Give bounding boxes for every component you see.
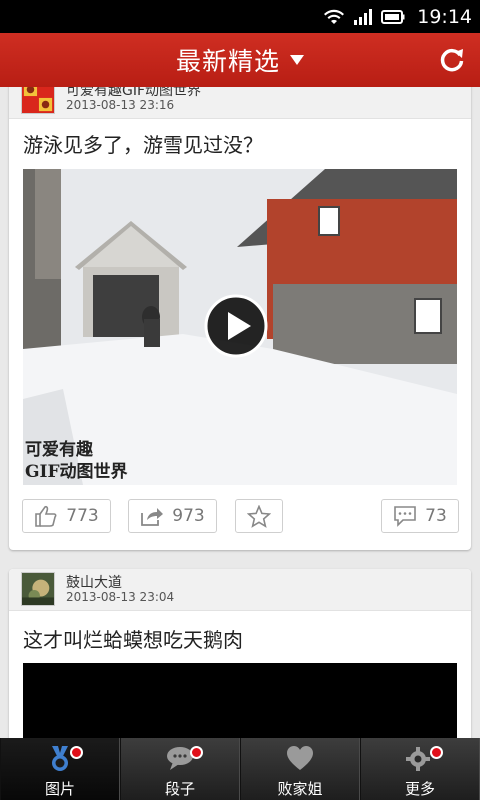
like-button[interactable]: 773	[22, 499, 111, 533]
notification-badge	[430, 746, 443, 759]
post-header: 鼓山大道 2013-08-13 23:04	[9, 569, 471, 611]
watermark-line1: 可爱有趣	[25, 439, 94, 460]
status-icons: 19:14	[323, 0, 472, 33]
post-date: 2013-08-13 23:16	[66, 98, 175, 112]
wifi-icon	[324, 9, 345, 24]
post-title: 这才叫烂蛤蟆想吃天鹅肉	[23, 628, 243, 652]
comment-count: 73	[425, 506, 447, 526]
author-name[interactable]: 鼓山大道	[66, 572, 122, 592]
tab-pictures[interactable]: 图片	[0, 738, 120, 800]
comment-icon	[394, 506, 416, 527]
status-bar: 19:14	[0, 0, 480, 33]
gif-preview[interactable]: 可爱有趣 GIF动图世界	[23, 169, 457, 485]
notification-badge	[70, 746, 83, 759]
page-title: 最新精选	[175, 47, 280, 76]
share-count: 973	[172, 506, 205, 526]
play-icon[interactable]	[203, 293, 269, 359]
post-date: 2013-08-13 23:04	[66, 590, 175, 604]
post-actions: 773 973 73	[9, 499, 471, 535]
gif-preview[interactable]	[23, 663, 457, 738]
tab-jokes[interactable]: 段子	[120, 738, 240, 800]
bottom-tab-bar: 图片 段子 败家姐 更多	[0, 738, 480, 800]
comment-button[interactable]: 73	[381, 499, 459, 533]
refresh-icon[interactable]	[438, 46, 466, 74]
post-card: 可爱有趣GIF动图世界 2013-08-13 23:16 游泳见多了，游雪见过没…	[9, 87, 471, 550]
share-icon	[141, 508, 164, 526]
post-card: 鼓山大道 2013-08-13 23:04 这才叫烂蛤蟆想吃天鹅肉	[9, 569, 471, 738]
star-icon	[247, 504, 271, 528]
thumbs-up-icon	[35, 505, 57, 527]
dropdown-arrow-icon	[290, 55, 304, 65]
heart-icon	[287, 746, 313, 770]
feed-list[interactable]: 可爱有趣GIF动图世界 2013-08-13 23:16 游泳见多了，游雪见过没…	[0, 87, 480, 738]
tab-label: 图片	[44, 780, 75, 798]
signal-icon	[354, 8, 373, 25]
post-header: 可爱有趣GIF动图世界 2013-08-13 23:16	[9, 87, 471, 119]
tab-label: 更多	[404, 780, 435, 798]
tab-label: 败家姐	[277, 780, 323, 798]
notification-badge	[190, 746, 203, 759]
avatar[interactable]	[21, 572, 55, 606]
post-title: 游泳见多了，游雪见过没？	[23, 133, 263, 157]
favorite-button[interactable]	[235, 499, 283, 533]
title-bar: 最新精选	[0, 33, 480, 87]
tab-more[interactable]: 更多	[360, 738, 480, 800]
clock: 19:14	[417, 5, 472, 28]
tab-label: 段子	[164, 780, 195, 798]
share-button[interactable]: 973	[128, 499, 217, 533]
tab-shopaholic[interactable]: 败家姐	[240, 738, 360, 800]
watermark-line2: GIF动图世界	[25, 462, 128, 482]
like-count: 773	[66, 506, 99, 526]
category-dropdown[interactable]: 最新精选	[0, 33, 480, 87]
avatar[interactable]	[21, 87, 55, 114]
battery-icon	[381, 9, 405, 24]
